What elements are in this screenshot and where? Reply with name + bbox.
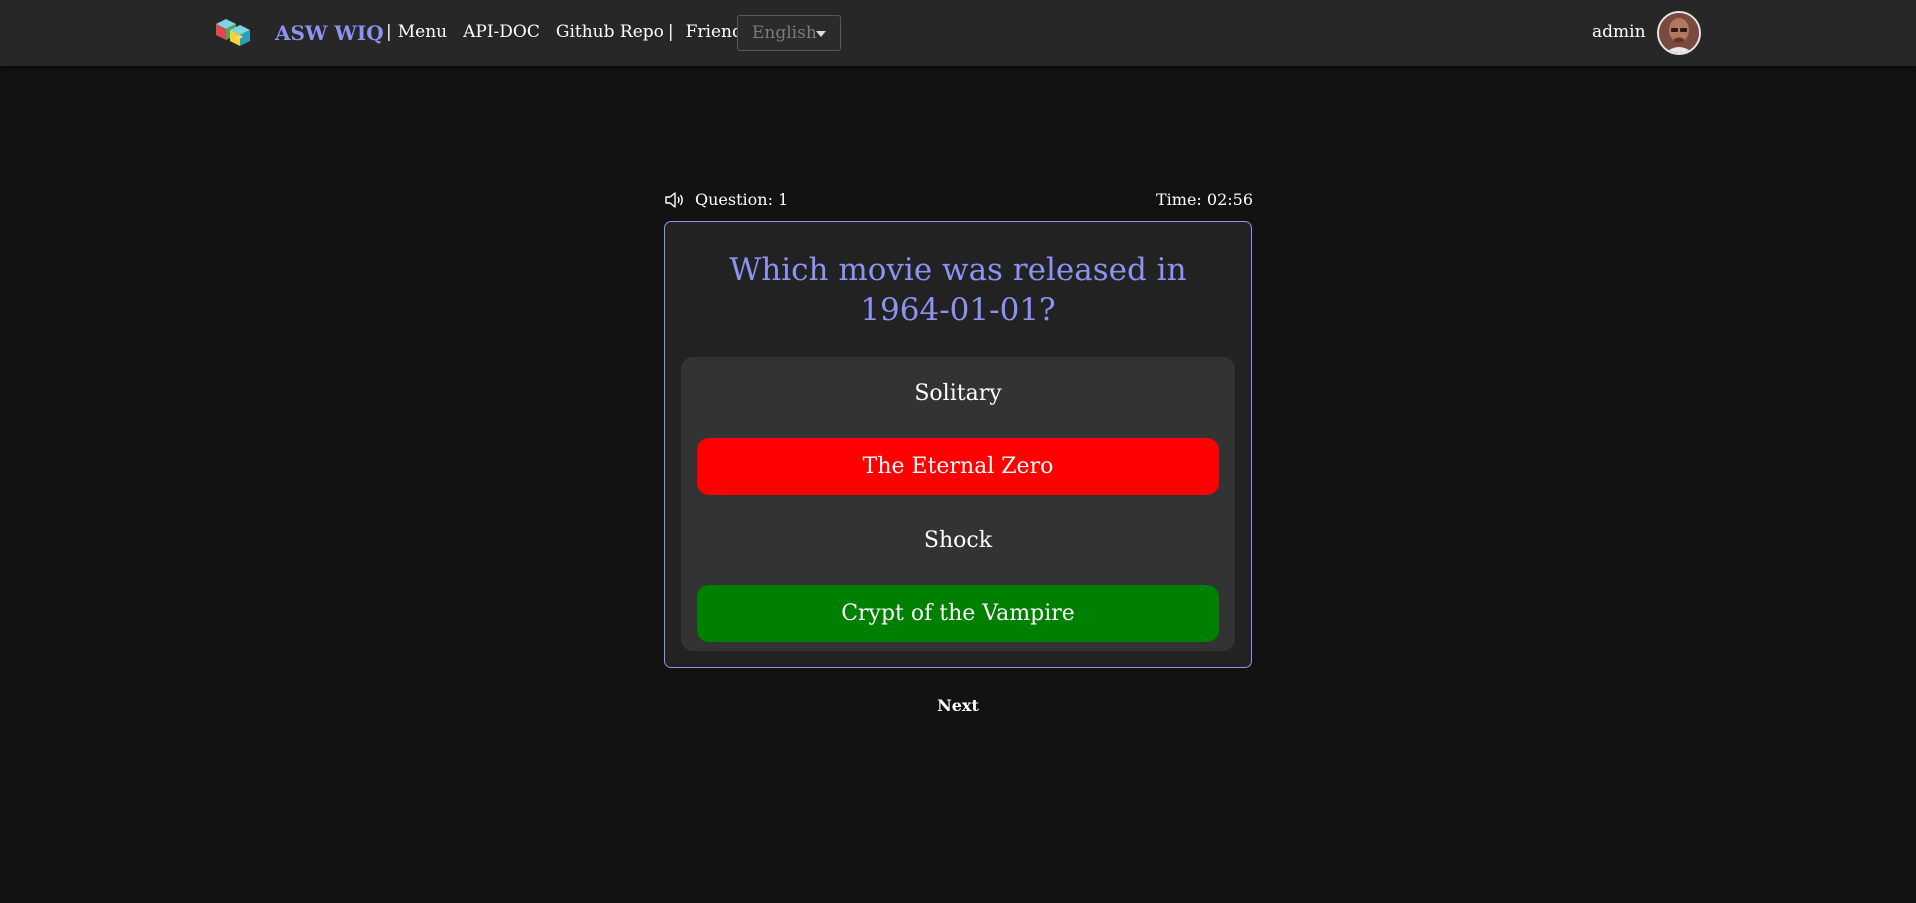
timer-label: Time: 02:56 — [1155, 190, 1253, 209]
answer-option-wrong[interactable]: The Eternal Zero — [697, 438, 1219, 495]
quiz-meta-bar: Question: 1 Time: 02:56 — [664, 189, 1253, 213]
cubes-logo-icon[interactable] — [212, 14, 256, 50]
question-number: Question: 1 — [695, 190, 789, 209]
user-avatar[interactable] — [1657, 11, 1701, 55]
question-text: Which movie was released in 1964-01-01? — [729, 252, 1187, 328]
nav-github-link[interactable]: Github Repo — [556, 22, 664, 42]
nav-separator: | — [386, 22, 392, 42]
language-select-value: English — [752, 23, 817, 43]
avatar-photo-icon — [1659, 13, 1699, 53]
next-button[interactable]: Next — [908, 693, 1008, 717]
question-card: Which movie was released in 1964-01-01? … — [664, 221, 1252, 668]
main-nav: | Menu API-DOC Github Repo | Friends — [386, 22, 768, 42]
answer-list: Solitary The Eternal Zero Shock Crypt of… — [681, 357, 1235, 651]
answer-option-correct[interactable]: Crypt of the Vampire — [697, 585, 1219, 642]
answer-option[interactable]: Solitary — [697, 365, 1219, 422]
username-label[interactable]: admin — [1592, 22, 1646, 42]
brand-title[interactable]: ASW WIQ — [275, 21, 384, 45]
language-select[interactable]: English — [737, 15, 841, 51]
answer-option[interactable]: Shock — [697, 512, 1219, 569]
top-navbar: ASW WIQ | Menu API-DOC Github Repo | Fri… — [0, 0, 1916, 66]
nav-menu-link[interactable]: Menu — [398, 22, 447, 42]
nav-api-doc-link[interactable]: API-DOC — [463, 22, 540, 42]
caret-down-icon — [816, 31, 826, 37]
nav-separator: | — [667, 22, 674, 42]
speaker-icon[interactable] — [665, 191, 685, 209]
